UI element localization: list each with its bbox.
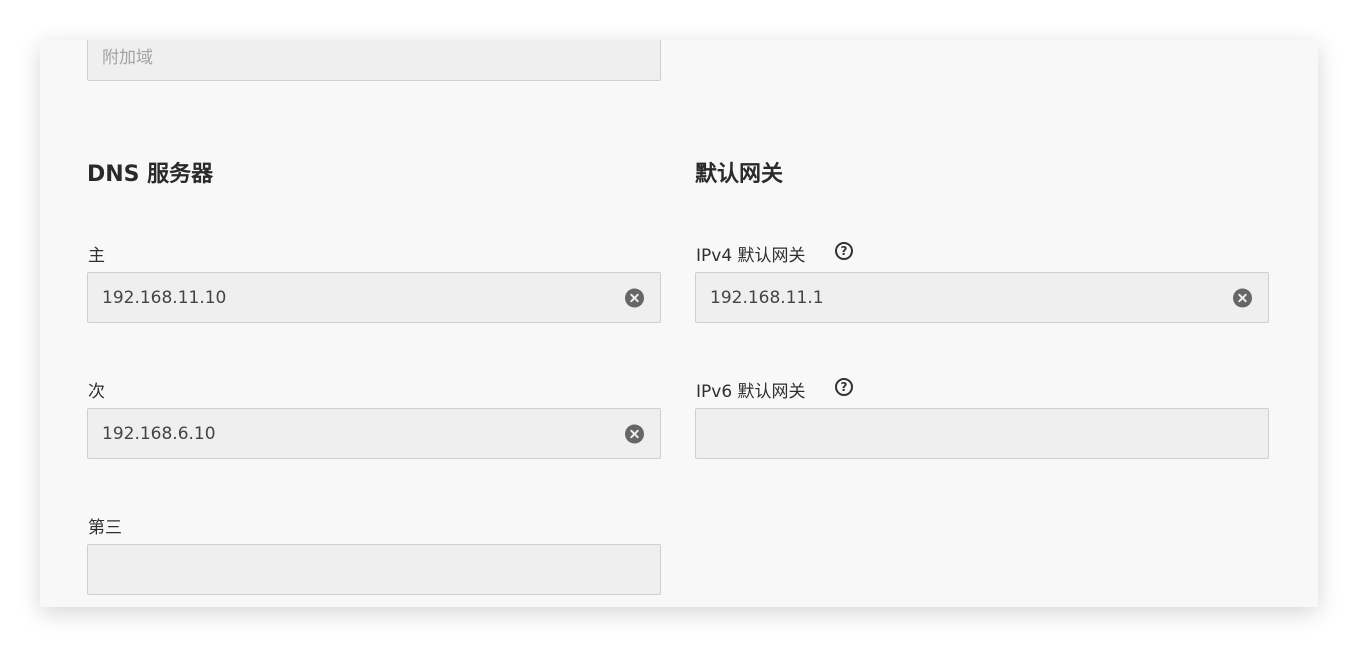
ipv6-gateway-label: IPv6 默认网关 [696,382,806,402]
clear-icon[interactable] [1233,288,1252,307]
dns-tertiary-field[interactable] [87,544,661,595]
dns-primary-field[interactable]: 192.168.11.10 [87,272,661,323]
dns-secondary-value: 192.168.6.10 [102,423,216,444]
ipv6-gateway-field[interactable] [695,408,1269,459]
ipv4-gateway-field[interactable]: 192.168.11.1 [695,272,1269,323]
dns-primary-value: 192.168.11.10 [102,287,227,308]
gateway-section-title: 默认网关 [695,162,784,187]
extra-domain-field[interactable]: 附加域 [87,40,661,81]
extra-domain-placeholder: 附加域 [102,48,153,68]
dns-secondary-label: 次 [88,382,105,402]
dns-tertiary-label: 第三 [88,518,122,538]
dns-secondary-field[interactable]: 192.168.6.10 [87,408,661,459]
network-settings-panel: 附加域 DNS 服务器 主 192.168.11.10 次 192.168.6.… [40,40,1318,607]
ipv6-gateway-help-icon[interactable]: ? [835,378,853,396]
dns-primary-label: 主 [88,246,105,266]
clear-icon[interactable] [625,424,644,443]
ipv4-gateway-label: IPv4 默认网关 [696,246,806,266]
ipv4-gateway-help-icon[interactable]: ? [835,242,853,260]
dns-section-title: DNS 服务器 [87,162,214,187]
ipv4-gateway-value: 192.168.11.1 [710,287,824,308]
clear-icon[interactable] [625,288,644,307]
